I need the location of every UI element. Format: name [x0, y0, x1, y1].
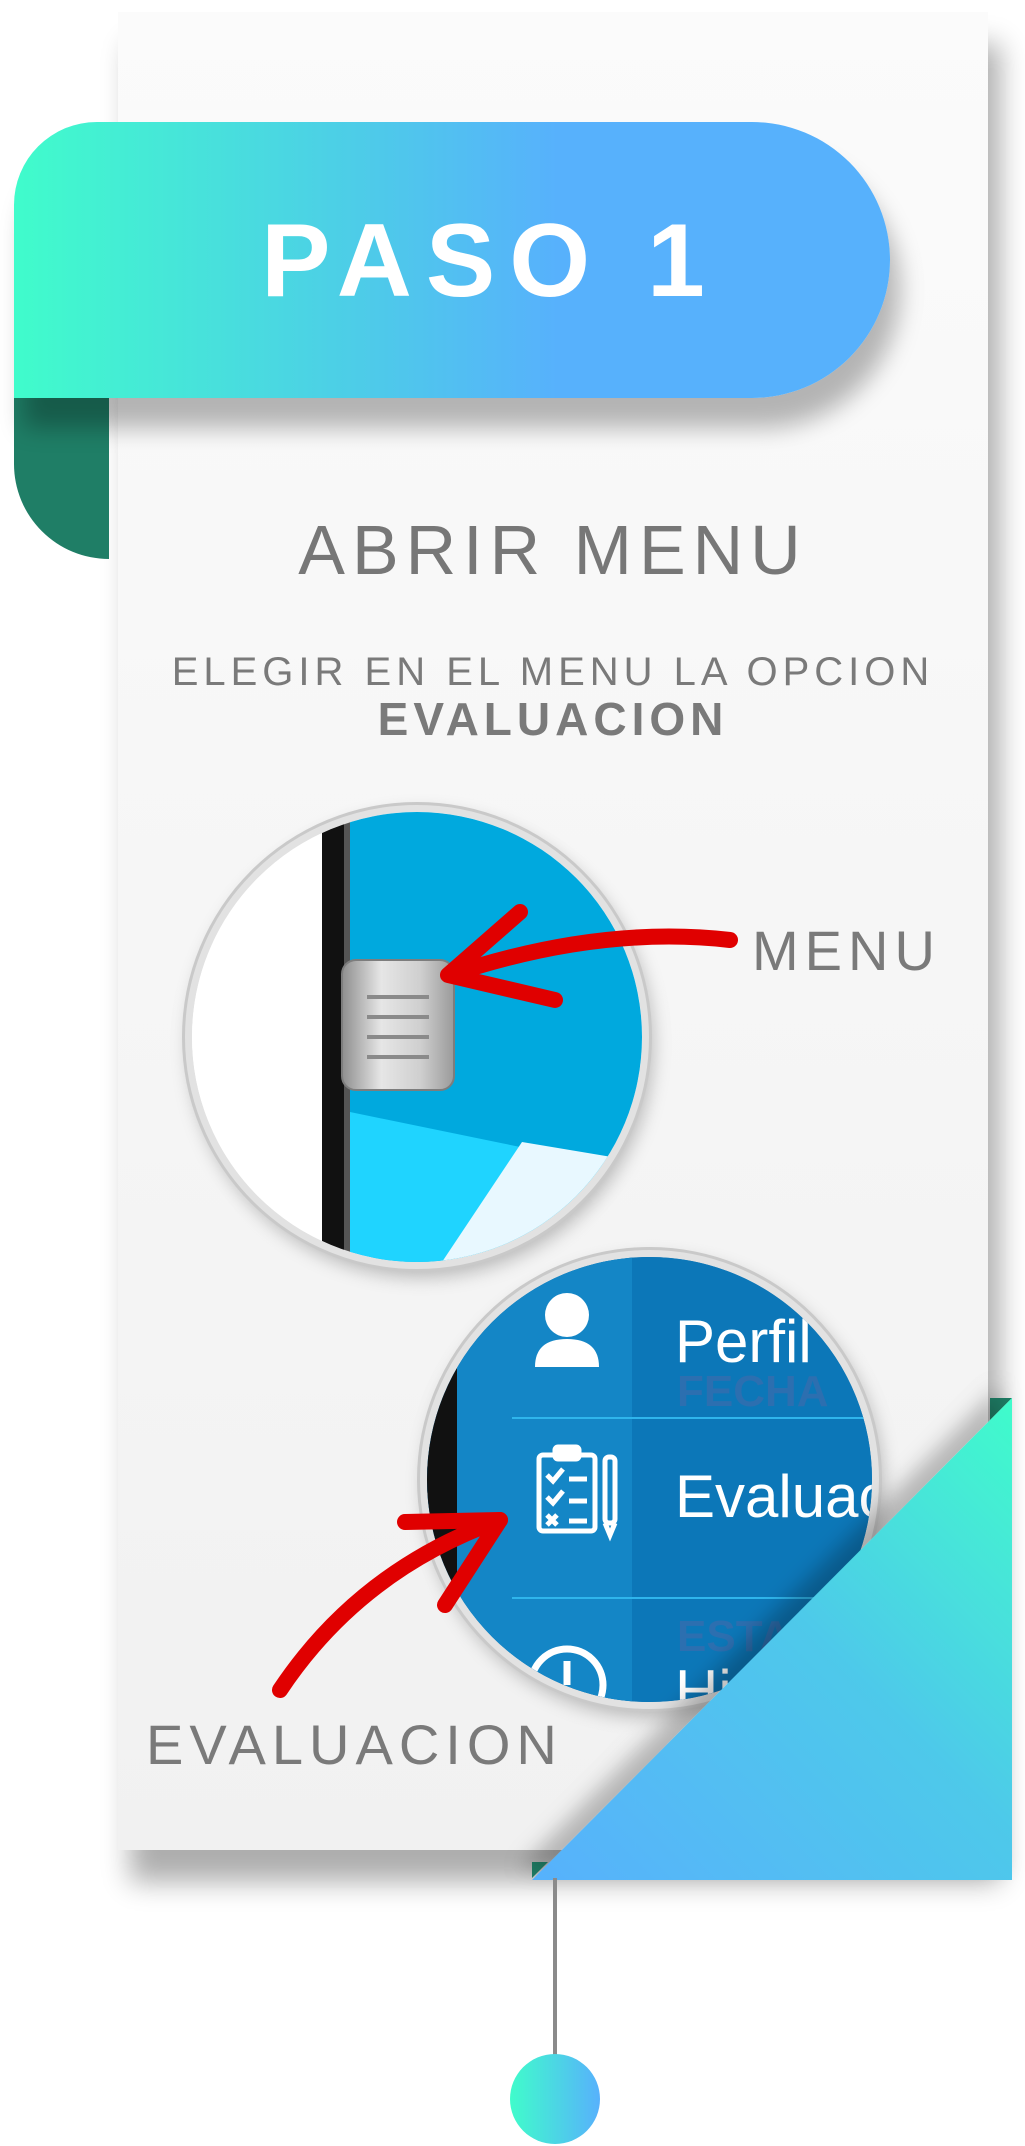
timeline-connector: [553, 1878, 557, 2058]
menu-pointer-arrow: [440, 904, 738, 1008]
pointer-arrows: [272, 904, 738, 1698]
evaluacion-callout-label: EVALUACION: [146, 1713, 563, 1776]
menu-callout-label: MENU: [752, 919, 941, 982]
evaluacion-pointer-arrow: [272, 1512, 508, 1698]
timeline-dot: [510, 2054, 600, 2144]
